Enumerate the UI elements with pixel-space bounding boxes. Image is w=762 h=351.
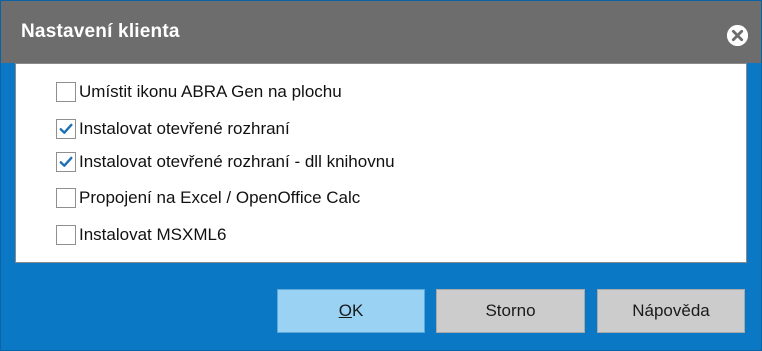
option-label: Instalovat otevřené rozhraní (79, 119, 290, 138)
option-label: Umístit ikonu ABRA Gen na plochu (79, 82, 342, 101)
checkmark-icon (59, 123, 73, 134)
checkbox-msxml6[interactable] (56, 225, 76, 245)
option-open-interface[interactable]: Instalovat otevřené rozhraní (56, 116, 290, 142)
ok-label-rest: K (351, 301, 364, 320)
close-button[interactable] (727, 25, 748, 46)
checkbox-open-interface[interactable] (56, 119, 76, 139)
checkbox-open-interface-dll[interactable] (56, 152, 76, 172)
option-msxml6[interactable]: Instalovat MSXML6 (56, 222, 226, 248)
button-bar: OK Storno Nápověda (1, 271, 761, 346)
close-circle-icon (727, 25, 748, 46)
ok-mnemonic: O (338, 301, 352, 320)
options-panel: Umístit ikonu ABRA Gen na plochu Instalo… (15, 63, 747, 263)
help-button[interactable]: Nápověda (597, 289, 745, 333)
option-label: Instalovat otevřené rozhraní - dll kniho… (79, 152, 395, 171)
checkmark-icon (59, 156, 73, 167)
option-desktop-icon[interactable]: Umístit ikonu ABRA Gen na plochu (56, 79, 342, 105)
option-label: Propojení na Excel / OpenOffice Calc (79, 188, 361, 207)
ok-button[interactable]: OK (277, 289, 425, 333)
dialog-title: Nastavení klienta (21, 21, 180, 42)
title-bar[interactable]: Nastavení klienta (1, 1, 761, 63)
checkbox-desktop-icon[interactable] (56, 82, 76, 102)
option-open-interface-dll[interactable]: Instalovat otevřené rozhraní - dll kniho… (56, 149, 395, 175)
checkbox-excel-link[interactable] (56, 188, 76, 208)
option-label: Instalovat MSXML6 (79, 225, 227, 244)
cancel-button[interactable]: Storno (436, 289, 585, 333)
client-settings-dialog: Nastavení klienta Umístit ikonu ABRA Gen… (0, 0, 762, 351)
option-excel-link[interactable]: Propojení na Excel / OpenOffice Calc (56, 185, 360, 211)
